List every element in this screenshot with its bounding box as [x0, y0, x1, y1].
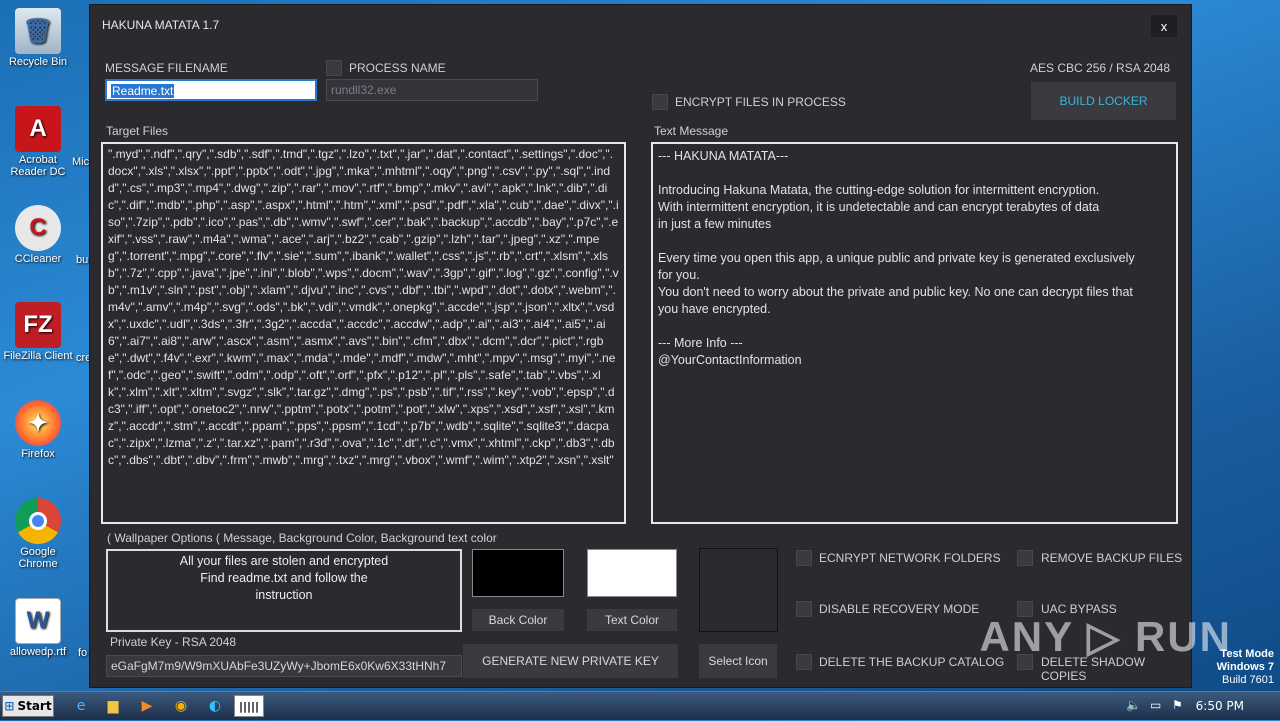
private-key-label: Private Key - RSA 2048	[110, 635, 237, 649]
desktop-icon-recycle-bin[interactable]: 🗑 Recycle Bin	[2, 8, 74, 68]
desktop-icon-label: Acrobat Reader DC	[10, 154, 66, 178]
window-title: HAKUNA MATATA 1.7	[102, 18, 220, 32]
message-filename-input[interactable]: Readme.txt	[105, 79, 317, 101]
crypto-label: AES CBC 256 / RSA 2048	[1030, 61, 1171, 75]
test-mode-watermark: Test Mode Windows 7 Build 7601	[1217, 648, 1274, 687]
text-color-button[interactable]: Text Color	[587, 609, 677, 631]
network-icon[interactable]: ▭	[1150, 698, 1161, 712]
remove-backup-files-label: REMOVE BACKUP FILES	[1041, 551, 1183, 565]
recycle-bin-icon: 🗑	[15, 8, 61, 54]
desktop-edge-label: Mic	[72, 156, 90, 168]
file-explorer-icon[interactable]: ▆	[102, 696, 124, 716]
internet-explorer-icon[interactable]: e	[70, 696, 92, 716]
wallpaper-options-label: ( Wallpaper Options ( Message, Backgroun…	[107, 531, 497, 545]
message-filename-value: Readme.txt	[111, 84, 175, 98]
process-name-checkbox[interactable]	[326, 60, 342, 76]
desktop-icon-label: Recycle Bin	[8, 56, 68, 68]
back-color-button[interactable]: Back Color	[472, 609, 564, 631]
desktop-icon-label: Google Chrome	[18, 546, 58, 570]
chrome-taskbar-icon[interactable]: ◉	[170, 696, 192, 716]
desktop-icon-label: FileZilla Client	[3, 350, 73, 362]
target-files-label: Target Files	[106, 124, 169, 138]
build-locker-button[interactable]: BUILD LOCKER	[1031, 82, 1176, 120]
target-files-textarea[interactable]: ".myd",".ndf",".qry",".sdb",".sdf",".tmd…	[101, 142, 626, 524]
delete-backup-catalog-checkbox[interactable]	[796, 654, 812, 670]
disable-recovery-mode-checkbox[interactable]	[796, 601, 812, 617]
disable-recovery-mode-label: DISABLE RECOVERY MODE	[819, 602, 980, 616]
back-color-swatch	[472, 549, 564, 597]
media-player-icon[interactable]: ▶	[136, 696, 158, 716]
start-label: Start	[17, 699, 52, 713]
desktop-icon-allowedp[interactable]: W allowedp.rtf	[2, 598, 74, 658]
flag-icon[interactable]: ⚑	[1172, 698, 1183, 712]
hakuna-matata-taskbar-button[interactable]: |||||	[234, 695, 264, 717]
encrypt-network-folders-checkbox[interactable]	[796, 550, 812, 566]
desktop-icon-ccleaner[interactable]: C CCleaner	[2, 205, 74, 265]
icon-preview	[699, 548, 778, 632]
generate-private-key-button[interactable]: GENERATE NEW PRIVATE KEY	[463, 644, 678, 678]
taskbar: ⊞ Start e ▆ ▶ ◉ ◐ ||||| 🔈 ▭ ⚑ 6:50 PM	[0, 691, 1280, 720]
select-icon-button[interactable]: Select Icon	[699, 644, 777, 678]
test-mode-line: Test Mode	[1220, 648, 1274, 660]
build-line: Build 7601	[1222, 674, 1274, 686]
edge-taskbar-icon[interactable]: ◐	[204, 696, 226, 716]
clock[interactable]: 6:50 PM	[1196, 699, 1244, 713]
start-button[interactable]: ⊞ Start	[2, 695, 54, 717]
text-color-swatch	[587, 549, 677, 597]
desktop-icon-chrome[interactable]: Google Chrome	[2, 498, 74, 570]
desktop-icon-firefox[interactable]: ✦ Firefox	[2, 400, 74, 460]
ccleaner-icon: C	[15, 205, 61, 251]
text-message-textarea[interactable]: --- HAKUNA MATATA--- Introducing Hakuna …	[651, 142, 1178, 524]
close-button[interactable]: x	[1151, 15, 1177, 37]
encrypt-network-folders-label: ECNRYPT NETWORK FOLDERS	[819, 551, 1001, 565]
windows-logo-icon: ⊞	[4, 699, 15, 713]
wallpaper-message-textarea[interactable]: All your files are stolen and encrypted …	[106, 549, 462, 632]
private-key-input[interactable]: eGaFgM7m9/W9mXUAbFe3UZyWy+JbomE6x0Kw6X33…	[106, 655, 462, 677]
text-message-label: Text Message	[654, 124, 729, 138]
chrome-icon	[15, 498, 61, 544]
anyrun-watermark: ANY ▷ RUN	[979, 613, 1232, 660]
desktop-icon-label: Firefox	[21, 448, 55, 460]
encrypt-in-process-checkbox[interactable]	[652, 94, 668, 110]
word-document-icon: W	[15, 598, 61, 644]
desktop-icon-label: allowedp.rtf	[9, 646, 67, 658]
desktop-edge-label: fo	[78, 647, 88, 659]
filezilla-icon: FZ	[15, 302, 61, 348]
desktop-icon-label: CCleaner	[14, 253, 62, 265]
desktop-icon-acrobat[interactable]: A Acrobat Reader DC	[2, 106, 74, 178]
acrobat-icon: A	[15, 106, 61, 152]
remove-backup-files-checkbox[interactable]	[1017, 550, 1033, 566]
delete-backup-catalog-label: DELETE THE BACKUP CATALOG	[819, 655, 1005, 669]
process-name-input[interactable]: rundll32.exe	[326, 79, 538, 101]
process-name-label: PROCESS NAME	[349, 61, 446, 75]
volume-icon[interactable]: 🔈	[1126, 698, 1141, 712]
encrypt-in-process-label: ENCRYPT FILES IN PROCESS	[675, 95, 846, 109]
desktop-edge-label: bu	[76, 254, 89, 266]
message-filename-label: MESSAGE FILENAME	[105, 61, 228, 75]
firefox-icon: ✦	[15, 400, 61, 446]
desktop-icon-filezilla[interactable]: FZ FileZilla Client	[2, 302, 74, 362]
windows-version-line: Windows 7	[1216, 661, 1274, 673]
hakuna-matata-window: HAKUNA MATATA 1.7 x MESSAGE FILENAME Rea…	[89, 4, 1192, 688]
system-tray: 🔈 ▭ ⚑ 6:50 PM	[1120, 692, 1280, 721]
